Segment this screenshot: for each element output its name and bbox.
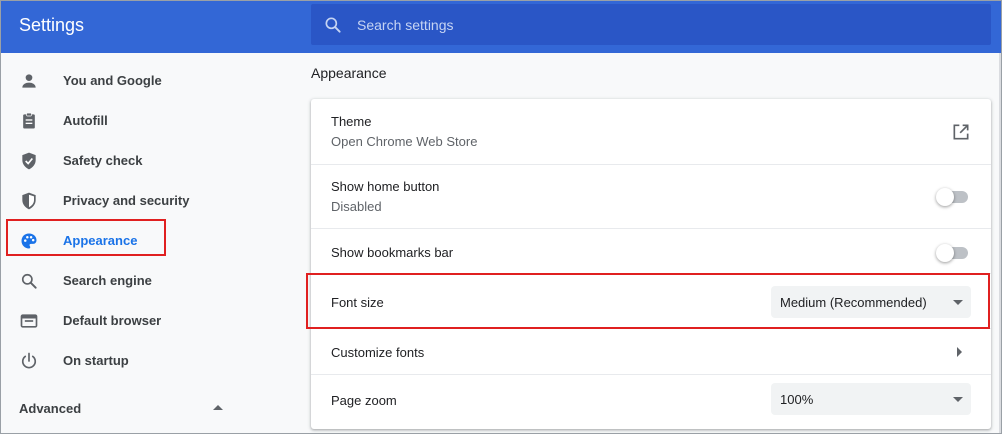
- sidebar-item-label: Autofill: [63, 113, 108, 128]
- sidebar-item-safety-check[interactable]: Safety check: [1, 141, 281, 181]
- sidebar-item-default-browser[interactable]: Default browser: [1, 301, 281, 341]
- toggle-knob: [936, 244, 954, 262]
- sidebar-item-privacy-and-security[interactable]: Privacy and security: [1, 181, 281, 221]
- caret-down-icon: [953, 397, 963, 402]
- sidebar-item-label: Privacy and security: [63, 193, 190, 208]
- advanced-toggle[interactable]: Advanced: [1, 389, 241, 429]
- advanced-label: Advanced: [19, 401, 82, 416]
- theme-sub: Open Chrome Web Store: [331, 134, 478, 149]
- home-button-sub: Disabled: [331, 199, 382, 214]
- bookmarks-bar-label: Show bookmarks bar: [331, 245, 454, 260]
- sidebar-item-search-engine[interactable]: Search engine: [1, 261, 281, 301]
- bookmarks-bar-row[interactable]: Show bookmarks bar: [311, 229, 991, 274]
- palette-icon: [21, 233, 37, 249]
- page-zoom-value: 100%: [780, 392, 814, 407]
- clipboard-icon: [23, 112, 35, 129]
- font-size-label: Font size: [331, 295, 384, 310]
- browser-icon: [20, 314, 38, 328]
- bookmarks-bar-toggle[interactable]: [936, 244, 970, 262]
- search-icon: [325, 17, 341, 33]
- font-size-row: Font size Medium (Recommended): [311, 274, 991, 329]
- sidebar-item-label: You and Google: [63, 73, 162, 88]
- caret-down-icon: [953, 300, 963, 305]
- shield-check-icon: [22, 152, 36, 170]
- search-icon: [21, 273, 37, 289]
- home-button-row[interactable]: Show home button Disabled: [311, 165, 991, 229]
- sidebar-item-label: Safety check: [63, 153, 143, 168]
- page-zoom-row: Page zoom 100%: [311, 375, 991, 429]
- sidebar-item-autofill[interactable]: Autofill: [1, 101, 281, 141]
- page-zoom-select[interactable]: 100%: [771, 383, 971, 415]
- person-icon: [22, 74, 36, 88]
- chevron-up-icon: [213, 405, 223, 410]
- theme-row[interactable]: Theme Open Chrome Web Store: [311, 99, 991, 165]
- sidebar-item-label: Search engine: [63, 273, 152, 288]
- search-box[interactable]: [311, 4, 991, 45]
- sidebar-item-label: Appearance: [63, 233, 138, 248]
- scrollbar[interactable]: [999, 53, 1001, 433]
- chevron-right-icon: [957, 347, 962, 357]
- sidebar-item-label: Default browser: [63, 313, 162, 328]
- sidebar-item-on-startup[interactable]: On startup: [1, 341, 281, 381]
- sidebar-item-label: On startup: [63, 353, 129, 368]
- page-title: Settings: [19, 15, 85, 35]
- customize-fonts-row[interactable]: Customize fonts: [311, 329, 991, 375]
- home-button-label: Show home button: [331, 179, 440, 194]
- header-bar: Settings: [1, 1, 1001, 53]
- appearance-card: Theme Open Chrome Web Store Show home bu…: [311, 99, 991, 429]
- sidebar-item-appearance[interactable]: Appearance: [1, 221, 281, 261]
- customize-fonts-label: Customize fonts: [331, 345, 425, 360]
- open-in-new-icon[interactable]: [951, 122, 971, 142]
- shield-icon: [22, 192, 36, 210]
- sidebar-item-you-and-google[interactable]: You and Google: [1, 61, 281, 101]
- section-title: Appearance: [311, 65, 387, 81]
- page-zoom-label: Page zoom: [331, 393, 397, 408]
- power-icon: [21, 352, 37, 369]
- home-button-toggle[interactable]: [936, 188, 970, 206]
- search-input[interactable]: [357, 4, 957, 45]
- theme-label: Theme: [331, 114, 372, 129]
- settings-window: Settings You and Google Autofill: [0, 0, 1002, 434]
- font-size-select[interactable]: Medium (Recommended): [771, 286, 971, 318]
- toggle-knob: [936, 188, 954, 206]
- font-size-value: Medium (Recommended): [780, 295, 927, 310]
